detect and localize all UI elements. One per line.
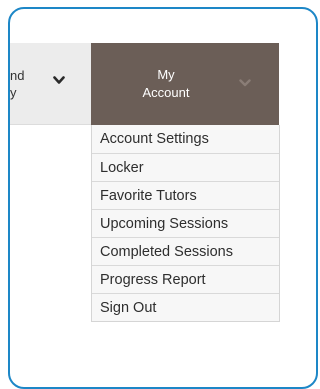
nav-item-partial-line2: y	[10, 85, 17, 100]
menu-item-progress-report[interactable]: Progress Report	[92, 265, 279, 293]
menu-item-upcoming-sessions[interactable]: Upcoming Sessions	[92, 209, 279, 237]
my-account-label: My Account	[91, 66, 241, 102]
my-account-label-line2: Account	[142, 85, 190, 100]
menu-item-locker[interactable]: Locker	[92, 153, 279, 181]
nav-item-partial-line1: nd	[10, 68, 25, 83]
popup-frame: nd y My Account Account Settings Locker …	[8, 7, 318, 389]
account-dropdown-menu: Account Settings Locker Favorite Tutors …	[91, 125, 280, 322]
menu-item-account-settings[interactable]: Account Settings	[92, 125, 279, 153]
menu-item-favorite-tutors[interactable]: Favorite Tutors	[92, 181, 279, 209]
chevron-down-icon[interactable]	[239, 79, 251, 87]
chevron-down-icon[interactable]	[53, 76, 65, 85]
menu-item-sign-out[interactable]: Sign Out	[92, 293, 279, 321]
my-account-menu-button[interactable]: My Account	[91, 43, 279, 125]
my-account-label-line1: My	[157, 67, 175, 82]
menu-item-completed-sessions[interactable]: Completed Sessions	[92, 237, 279, 265]
nav-item-partial-label: nd y	[10, 67, 44, 101]
nav-item-partial[interactable]: nd y	[10, 43, 91, 125]
